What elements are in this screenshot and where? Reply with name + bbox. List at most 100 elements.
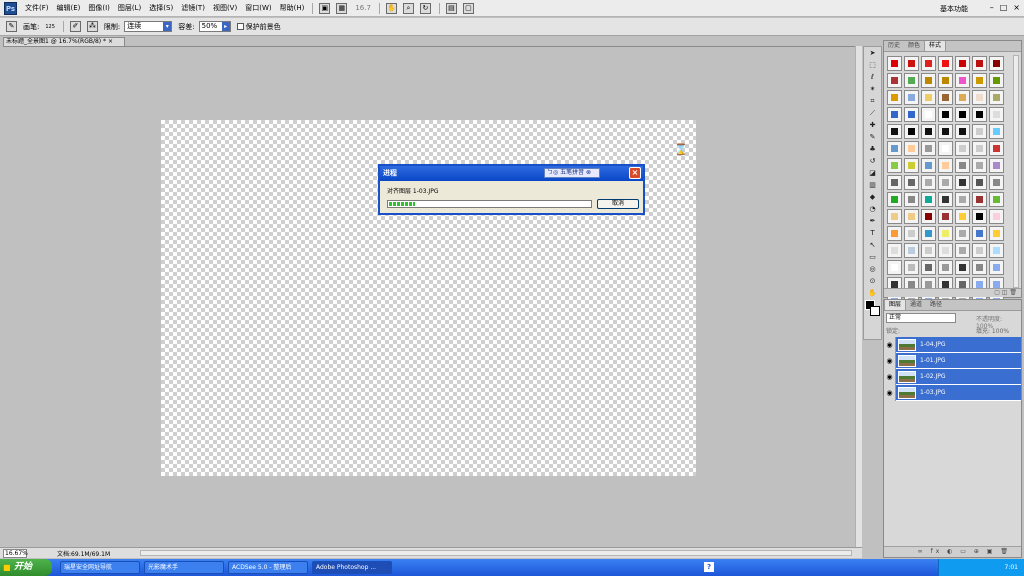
style-swatch[interactable] [989, 260, 1004, 275]
style-swatch[interactable] [955, 124, 970, 139]
style-swatch[interactable] [955, 175, 970, 190]
type-tool-icon[interactable]: T [865, 227, 880, 239]
style-swatch[interactable] [989, 73, 1004, 88]
eye-icon[interactable]: ◉ [884, 352, 896, 369]
style-swatch[interactable] [955, 141, 970, 156]
style-swatch[interactable] [938, 107, 953, 122]
help-icon[interactable]: ? [704, 562, 714, 572]
style-swatch[interactable] [955, 56, 970, 71]
style-swatch[interactable] [938, 209, 953, 224]
ime-toolbar[interactable]: ㄅ◎ 五笔拼音 ⊗ [544, 168, 600, 178]
style-swatch[interactable] [938, 158, 953, 173]
menu-window[interactable]: 窗口(W) [245, 3, 271, 13]
vertical-scrollbar[interactable] [855, 46, 862, 547]
eyedropper-tool-icon[interactable]: ⟋ [865, 107, 880, 119]
style-swatch[interactable] [904, 141, 919, 156]
style-swatch[interactable] [921, 175, 936, 190]
style-swatch[interactable] [904, 90, 919, 105]
style-swatch[interactable] [887, 90, 902, 105]
style-swatch[interactable] [972, 141, 987, 156]
style-swatch[interactable] [887, 243, 902, 258]
close-button[interactable]: × [1013, 3, 1020, 12]
style-swatch[interactable] [921, 209, 936, 224]
color-swatches[interactable] [865, 300, 881, 320]
3d-rotate-tool-icon[interactable]: ◎ [865, 263, 880, 275]
style-swatch[interactable] [921, 90, 936, 105]
style-swatch[interactable] [972, 243, 987, 258]
taskbar-item[interactable]: 瑞星安全网址导航 [60, 561, 140, 574]
extras-icon[interactable]: ▦ [336, 2, 348, 14]
background-color[interactable] [870, 306, 880, 316]
cancel-button[interactable]: 取消 [597, 199, 639, 209]
crop-tool-icon[interactable]: ⌗ [865, 95, 880, 107]
screen-mode-icon[interactable]: ▢ [462, 2, 474, 14]
style-swatch[interactable] [921, 56, 936, 71]
bridge-icon[interactable]: ▣ [319, 2, 331, 14]
style-swatch[interactable] [904, 192, 919, 207]
style-swatch[interactable] [921, 141, 936, 156]
dialog-close-button[interactable]: × [629, 167, 641, 179]
style-swatch[interactable] [904, 209, 919, 224]
style-swatch[interactable] [904, 260, 919, 275]
style-swatch[interactable] [955, 209, 970, 224]
taskbar-item-active[interactable]: Adobe Photoshop ... [312, 561, 392, 574]
taskbar-item[interactable]: 光影魔术手 [144, 561, 224, 574]
lasso-tool-icon[interactable]: ℓ [865, 71, 880, 83]
style-swatch[interactable] [972, 158, 987, 173]
style-swatch[interactable] [955, 243, 970, 258]
style-swatch[interactable] [972, 124, 987, 139]
style-swatch[interactable] [921, 226, 936, 241]
gradient-tool-icon[interactable]: ▥ [865, 179, 880, 191]
style-swatch[interactable] [972, 260, 987, 275]
layers-footer[interactable]: ∞ fx ◐ ▭ ⊕ ▣ 🗑 [884, 546, 1021, 557]
style-swatch[interactable] [904, 73, 919, 88]
move-tool-icon[interactable]: ➤ [865, 47, 880, 59]
blur-tool-icon[interactable]: ◆ [865, 191, 880, 203]
style-swatch[interactable] [904, 158, 919, 173]
status-zoom[interactable]: 16.67% [3, 548, 28, 558]
3d-orbit-tool-icon[interactable]: ⊙ [865, 275, 880, 287]
style-swatch[interactable] [904, 243, 919, 258]
style-swatch[interactable] [938, 56, 953, 71]
menu-select[interactable]: 选择(S) [149, 3, 173, 13]
healing-brush-tool-icon[interactable]: ✚ [865, 119, 880, 131]
style-swatch[interactable] [904, 56, 919, 71]
menu-edit[interactable]: 编辑(E) [57, 3, 81, 13]
eye-icon[interactable]: ◉ [884, 368, 896, 385]
maximize-button[interactable]: □ [1000, 3, 1008, 12]
hand-tool-icon[interactable]: ✋ [865, 287, 880, 299]
minimize-button[interactable]: – [990, 3, 994, 12]
style-swatch[interactable] [938, 243, 953, 258]
style-swatch[interactable] [921, 73, 936, 88]
style-swatch[interactable] [972, 56, 987, 71]
shape-tool-icon[interactable]: ▭ [865, 251, 880, 263]
brush-tool-icon[interactable]: ✎ [865, 131, 880, 143]
style-swatch[interactable] [938, 124, 953, 139]
menu-view[interactable]: 视图(V) [213, 3, 237, 13]
style-swatch[interactable] [955, 107, 970, 122]
style-swatch[interactable] [989, 56, 1004, 71]
style-swatch[interactable] [938, 192, 953, 207]
horizontal-scrollbar[interactable] [140, 550, 852, 556]
style-swatch[interactable] [938, 226, 953, 241]
style-swatch[interactable] [989, 141, 1004, 156]
style-swatch[interactable] [887, 175, 902, 190]
style-swatch[interactable] [989, 192, 1004, 207]
style-swatch[interactable] [921, 192, 936, 207]
style-swatch[interactable] [904, 175, 919, 190]
tab-channels[interactable]: 通道 [906, 300, 926, 310]
document-tab[interactable]: 未标题_全景图1 @ 16.7%(RGB/8) * × [3, 37, 125, 46]
style-swatch[interactable] [955, 73, 970, 88]
style-swatch[interactable] [955, 226, 970, 241]
menu-filter[interactable]: 滤镜(T) [181, 3, 205, 13]
pen-tool-icon[interactable]: ✒ [865, 215, 880, 227]
style-swatch[interactable] [989, 243, 1004, 258]
style-swatch[interactable] [989, 90, 1004, 105]
eye-icon[interactable]: ◉ [884, 336, 896, 353]
style-swatch[interactable] [938, 141, 953, 156]
style-swatch[interactable] [904, 107, 919, 122]
style-swatch[interactable] [972, 73, 987, 88]
style-swatch[interactable] [989, 175, 1004, 190]
eraser-tool-icon[interactable]: ◪ [865, 167, 880, 179]
blend-mode-select[interactable]: 正常 [886, 313, 956, 323]
